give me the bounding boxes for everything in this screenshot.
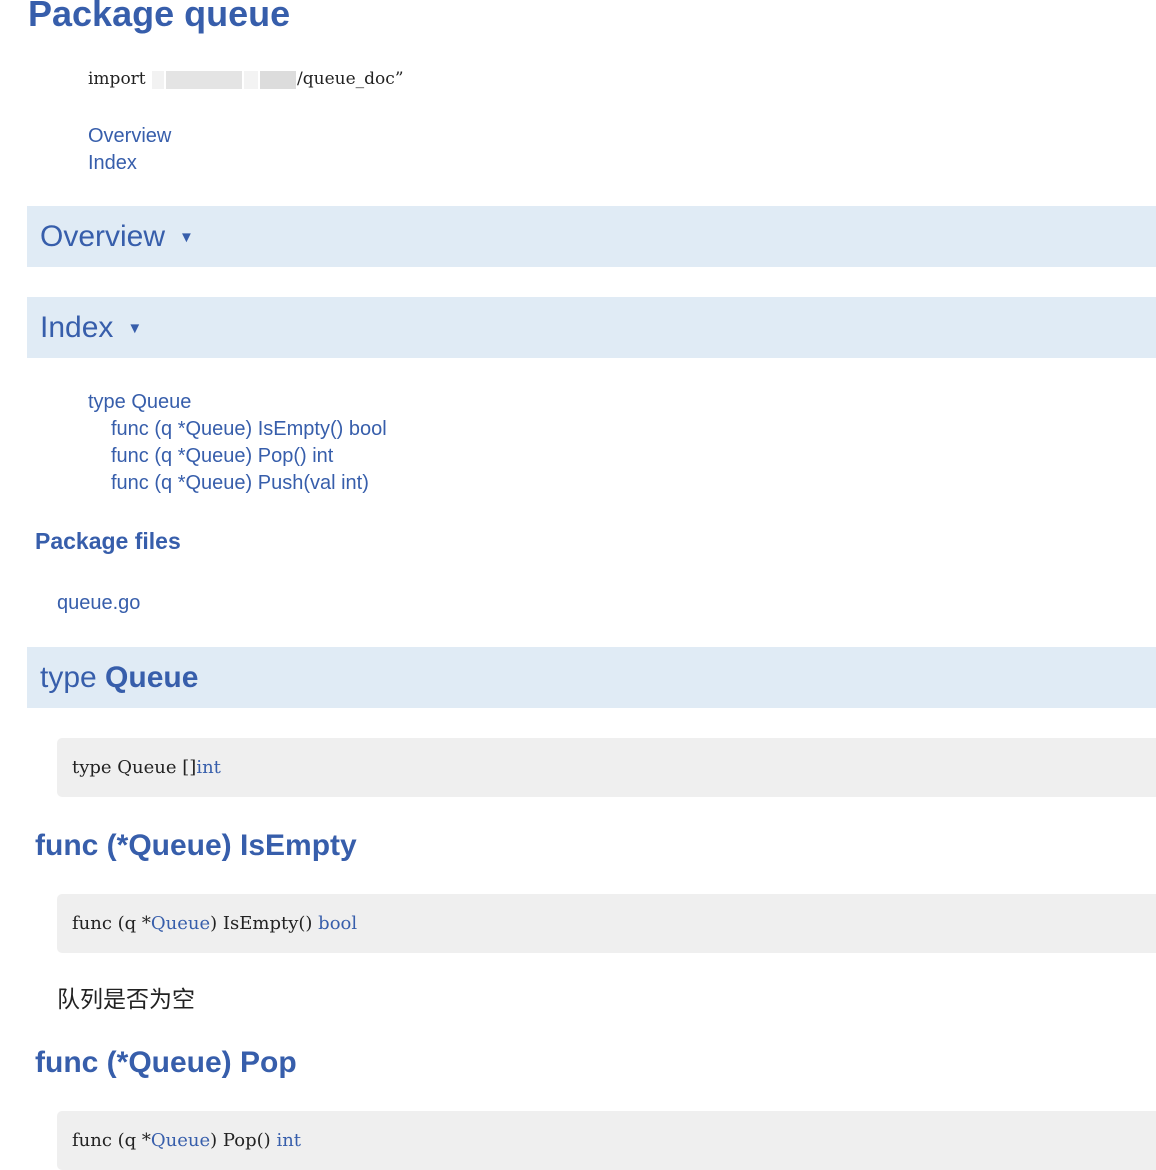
redacted-block [244,70,259,89]
redacted-block [166,70,243,89]
index-link-isempty[interactable]: func (q *Queue) IsEmpty() bool [88,416,387,443]
expand-arrow-icon: ▼ [179,229,194,246]
import-keyword: import [88,69,146,89]
package-files-heading: Package files [35,528,181,554]
index-link-pop[interactable]: func (q *Queue) Pop() int [88,443,387,470]
index-list: type Queue func (q *Queue) IsEmpty() boo… [88,389,387,497]
package-files-list: queue.go [57,590,140,617]
type-link-queue[interactable]: Queue [151,913,210,934]
type-link-int[interactable]: int [196,757,221,778]
type-link-bool[interactable]: bool [318,913,357,934]
pop-signature-code: func (q * Queue) Pop() int [57,1111,1156,1170]
toc-link-index[interactable]: Index [88,150,171,177]
method-heading-pop: func (*Queue) Pop [35,1046,297,1079]
method-heading-isempty: func (*Queue) IsEmpty [35,829,357,862]
index-section-title: Index [40,310,114,344]
type-declaration-code: type Queue [] int [57,738,1156,797]
isempty-description: 队列是否为空 [57,986,195,1012]
overview-section-title: Overview [40,219,166,253]
index-link-push[interactable]: func (q *Queue) Push(val int) [88,470,387,497]
page-title: Package queue [28,0,291,34]
index-link-type-queue[interactable]: type Queue [88,389,387,416]
table-of-contents: Overview Index [88,123,171,177]
isempty-signature-code: func (q * Queue) IsEmpty() bool [57,894,1156,953]
redacted-block [152,70,165,89]
redacted-block [260,70,297,89]
file-link-queue-go[interactable]: queue.go [57,590,140,617]
index-section-toggle[interactable]: Index ▼ [27,297,1156,358]
overview-section-toggle[interactable]: Overview ▼ [27,206,1156,267]
type-queue-header: type Queue [27,647,1156,708]
type-link-int[interactable]: int [276,1130,301,1151]
import-statement: import /queue_doc” [88,67,404,91]
toc-link-overview[interactable]: Overview [88,123,171,150]
type-queue-anchor-link[interactable]: Queue [105,661,198,694]
type-queue-title: type Queue [40,660,199,694]
import-path-suffix: /queue_doc” [297,69,404,89]
expand-arrow-icon: ▼ [127,320,143,337]
type-link-queue[interactable]: Queue [151,1130,210,1151]
